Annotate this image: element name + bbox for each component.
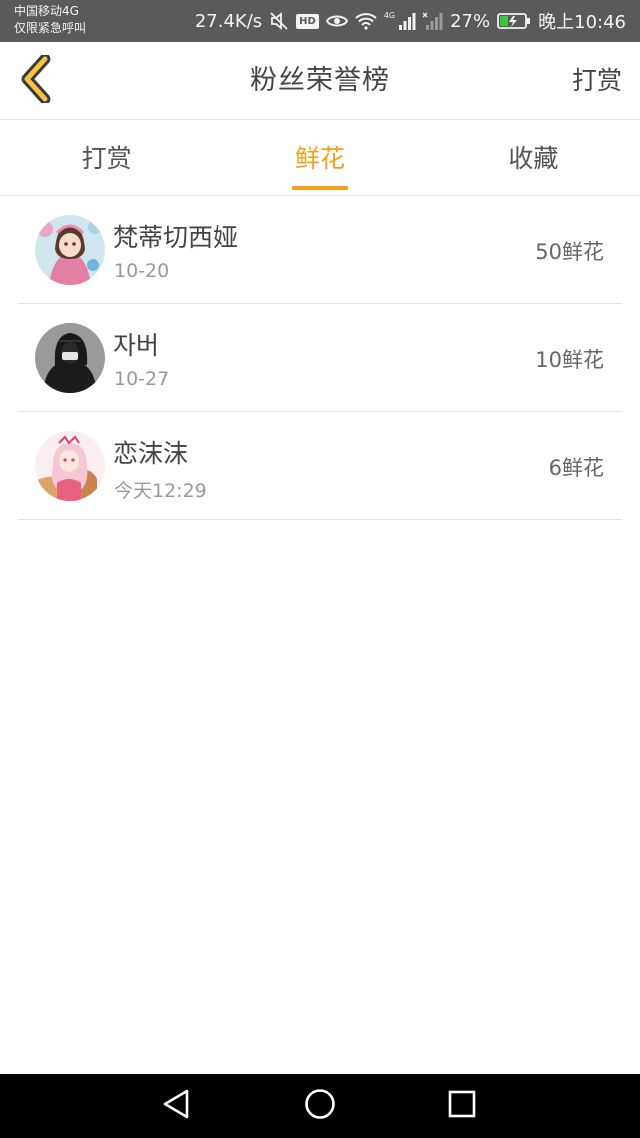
nav-recents-button[interactable]	[444, 1088, 480, 1124]
dark-hooded-avatar	[35, 323, 105, 393]
tab-bar: 打赏 鲜花 收藏	[0, 120, 640, 196]
tab-label: 收藏	[508, 144, 559, 173]
fan-list: 梵蒂切西娅 10-20 50鲜花 자버 10-27 10鲜花 恋沫沫 今天12:…	[18, 196, 622, 520]
page-title: 粉丝荣誉榜	[250, 65, 390, 96]
tab-label: 打赏	[81, 144, 132, 173]
signal-no-sim-icon	[423, 12, 443, 30]
tab-favorites[interactable]: 收藏	[427, 120, 640, 195]
anime-girl-avatar	[35, 215, 105, 285]
avatar[interactable]	[35, 431, 105, 501]
user-name: 梵蒂切西娅	[113, 223, 239, 252]
user-date: 今天12:29	[114, 480, 207, 502]
back-triangle-icon	[161, 1088, 191, 1124]
battery-icon	[497, 12, 531, 30]
list-item[interactable]: 자버 10-27 10鲜花	[18, 304, 622, 412]
status-bar: 中国移动4G 仅限紧急呼叫 27.4K/s HD 4G 27% 晚上10:46	[0, 0, 640, 42]
user-date: 10-20	[114, 260, 170, 282]
avatar[interactable]	[35, 215, 105, 285]
carrier-name: 中国移动4G	[14, 4, 79, 18]
list-item[interactable]: 梵蒂切西娅 10-20 50鲜花	[18, 196, 622, 304]
clock: 晚上10:46	[538, 12, 626, 33]
status-icons: 27.4K/s HD 4G 27% 晚上10:46	[195, 0, 626, 42]
carrier-status: 仅限紧急呼叫	[14, 21, 87, 35]
user-name: 자버	[113, 331, 160, 360]
carrier-info: 中国移动4G 仅限紧急呼叫	[14, 3, 86, 37]
signal-icon	[398, 12, 416, 30]
home-circle-icon	[304, 1088, 336, 1124]
mute-icon	[269, 11, 289, 31]
tab-flowers[interactable]: 鲜花	[213, 120, 426, 195]
net-speed: 27.4K/s	[194, 10, 263, 32]
recents-square-icon	[447, 1089, 477, 1123]
pink-hair-girl-avatar	[35, 431, 105, 501]
network-type: 4G	[383, 10, 396, 20]
nav-back-button[interactable]	[158, 1088, 194, 1124]
eye-icon	[325, 13, 348, 29]
nav-home-button[interactable]	[302, 1088, 338, 1124]
flower-count: 6鲜花	[548, 456, 604, 480]
tab-active-indicator	[291, 186, 348, 190]
tab-label: 鲜花	[294, 144, 345, 173]
flower-count: 10鲜花	[535, 348, 604, 372]
battery-percent: 27%	[450, 10, 491, 32]
header-bar: 粉丝荣誉榜 打赏	[0, 42, 640, 120]
system-nav-bar	[0, 1074, 640, 1138]
user-date: 10-27	[114, 368, 170, 390]
reward-button[interactable]: 打赏	[572, 42, 622, 120]
hd-badge: HD	[296, 13, 319, 29]
flower-count: 50鲜花	[535, 240, 604, 264]
user-name: 恋沫沫	[113, 439, 189, 468]
tab-reward[interactable]: 打赏	[0, 120, 213, 195]
wifi-icon	[355, 12, 377, 30]
list-item[interactable]: 恋沫沫 今天12:29 6鲜花	[18, 412, 622, 520]
avatar[interactable]	[35, 323, 105, 393]
